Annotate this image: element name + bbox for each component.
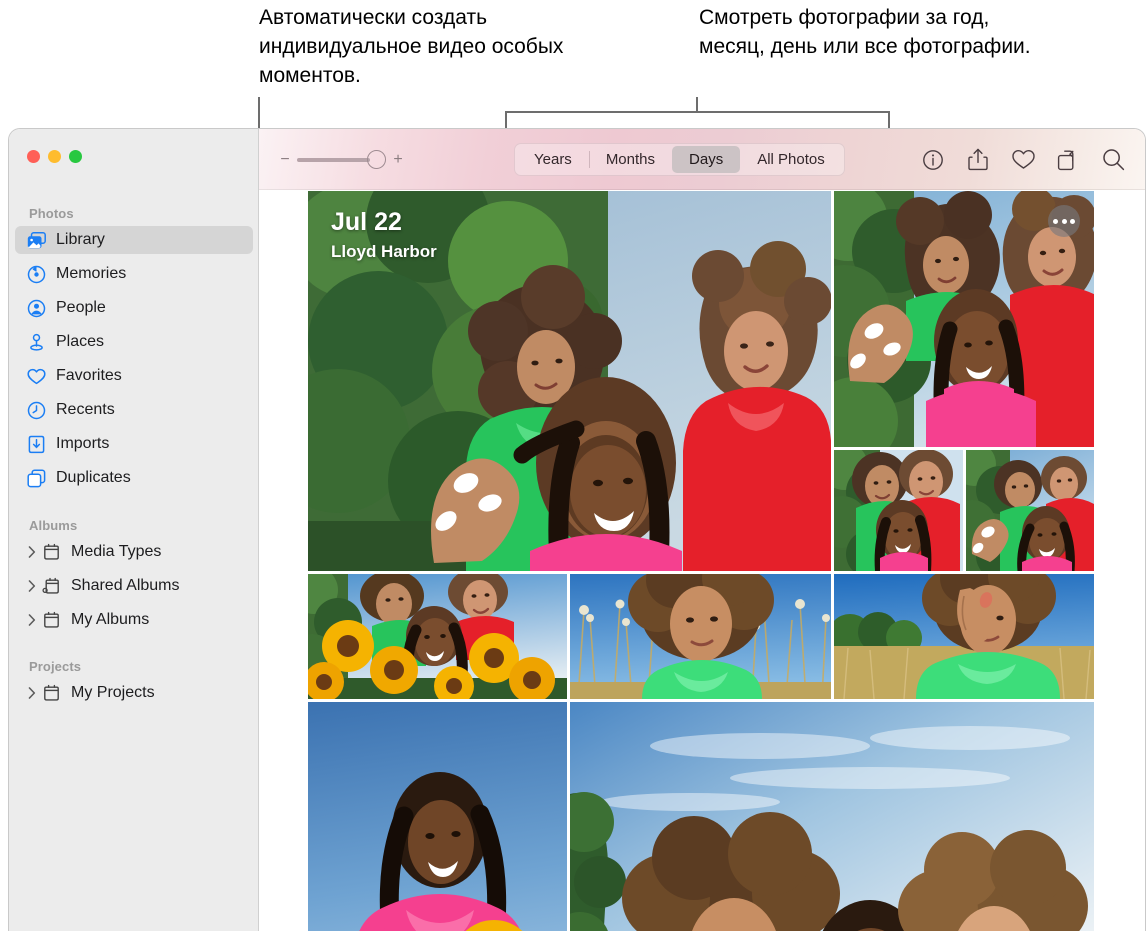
minimize-button[interactable] [48,150,61,163]
window-controls [27,150,82,163]
sidebar-item-my-albums[interactable]: My Albums [15,606,253,634]
callout-text-right: Смотреть фотографии за год, месяц, день … [699,3,1059,61]
sidebar-item-my-projects[interactable]: My Projects [15,679,253,707]
sidebar-item-recents[interactable]: Recents [15,396,253,424]
album-icon [40,542,62,562]
sidebar-item-favorites[interactable]: Favorites [15,362,253,390]
sidebar-list-projects: My Projects [15,679,253,713]
sidebar-item-media-types[interactable]: Media Types [15,538,253,566]
sidebar-section-title-photos: Photos [29,206,74,221]
search-icon[interactable] [1101,147,1125,173]
shared-album-icon [40,576,62,596]
album-icon [40,610,62,630]
photo-grid: Jul 22 Lloyd Harbor [308,191,1094,931]
sidebar-list-photos: Library Memories [15,226,253,498]
sidebar-item-memories[interactable]: Memories [15,260,253,288]
share-icon[interactable] [966,147,990,173]
dot [1053,219,1058,224]
photo-thumbnail[interactable] [834,450,963,571]
photo-thumbnail[interactable] [834,191,1094,447]
chevron-right-icon[interactable] [25,687,38,699]
places-icon [25,332,47,352]
sidebar-item-label: Places [56,333,104,351]
close-button[interactable] [27,150,40,163]
sidebar: Photos Library [9,129,259,931]
sidebar-item-label: My Projects [71,684,155,702]
photo-thumbnail[interactable] [308,574,567,699]
tab-months[interactable]: Months [589,146,672,173]
photo-thumbnail[interactable] [570,702,1094,931]
favorite-icon[interactable] [1011,147,1035,173]
photos-app-window: Photos Library [8,128,1146,931]
photo-thumbnail[interactable] [308,702,567,931]
toolbar-actions [921,143,1125,176]
photo-thumbnail[interactable]: Jul 22 Lloyd Harbor [308,191,831,571]
sidebar-item-shared-albums[interactable]: Shared Albums [15,572,253,600]
tab-days[interactable]: Days [672,146,740,173]
sidebar-item-label: Library [56,231,105,249]
toolbar: − + Years Months Days All Photos [259,129,1145,190]
sidebar-item-label: Memories [56,265,126,283]
chevron-right-icon[interactable] [25,614,38,626]
heart-icon [25,366,47,386]
photo-place: Lloyd Harbor [331,239,437,265]
chevron-right-icon[interactable] [25,580,38,592]
library-icon [25,230,47,250]
sidebar-item-imports[interactable]: Imports [15,430,253,458]
more-options-button[interactable] [1048,205,1080,237]
photo-thumbnail[interactable] [834,574,1094,699]
sidebar-item-label: My Albums [71,611,149,629]
dot [1070,219,1075,224]
sidebar-item-label: Shared Albums [71,577,180,595]
zoom-button[interactable] [69,150,82,163]
sidebar-item-places[interactable]: Places [15,328,253,356]
duplicates-icon [25,468,47,488]
tab-years[interactable]: Years [517,146,589,173]
zoom-slider[interactable]: − + [279,150,404,169]
zoom-slider-knob[interactable] [367,150,386,169]
sidebar-item-label: Recents [56,401,115,419]
album-icon [40,683,62,703]
sidebar-section-title-projects: Projects [29,659,81,674]
info-icon[interactable] [921,147,945,173]
chevron-right-icon[interactable] [25,546,38,558]
sidebar-item-label: Media Types [71,543,161,561]
rotate-icon[interactable] [1056,147,1080,173]
callout-text-left: Автоматически создать индивидуальное вид… [259,3,604,90]
photo-thumbnail[interactable] [570,574,831,699]
zoom-in-icon[interactable]: + [392,152,404,168]
people-icon [25,298,47,318]
view-mode-segmented-control[interactable]: Years Months Days All Photos [514,143,845,176]
clock-icon [25,400,47,420]
tab-all-photos[interactable]: All Photos [740,146,842,173]
sidebar-section-title-albums: Albums [29,518,77,533]
photo-date-overlay: Jul 22 Lloyd Harbor [331,207,437,265]
import-icon [25,434,47,454]
sidebar-list-albums: Media Types Shared Albums [15,538,253,640]
sidebar-item-people[interactable]: People [15,294,253,322]
dot [1062,219,1067,224]
sidebar-item-label: Imports [56,435,109,453]
sidebar-item-duplicates[interactable]: Duplicates [15,464,253,492]
zoom-out-icon[interactable]: − [279,152,291,168]
zoom-slider-track[interactable] [297,158,370,162]
memories-icon [25,264,47,284]
sidebar-item-label: Favorites [56,367,122,385]
sidebar-item-label: People [56,299,106,317]
photo-thumbnail[interactable] [966,450,1094,571]
sidebar-item-label: Duplicates [56,469,131,487]
photo-date: Jul 22 [331,207,437,237]
sidebar-item-library[interactable]: Library [15,226,253,254]
callout-leader-right-bracket [505,111,890,113]
